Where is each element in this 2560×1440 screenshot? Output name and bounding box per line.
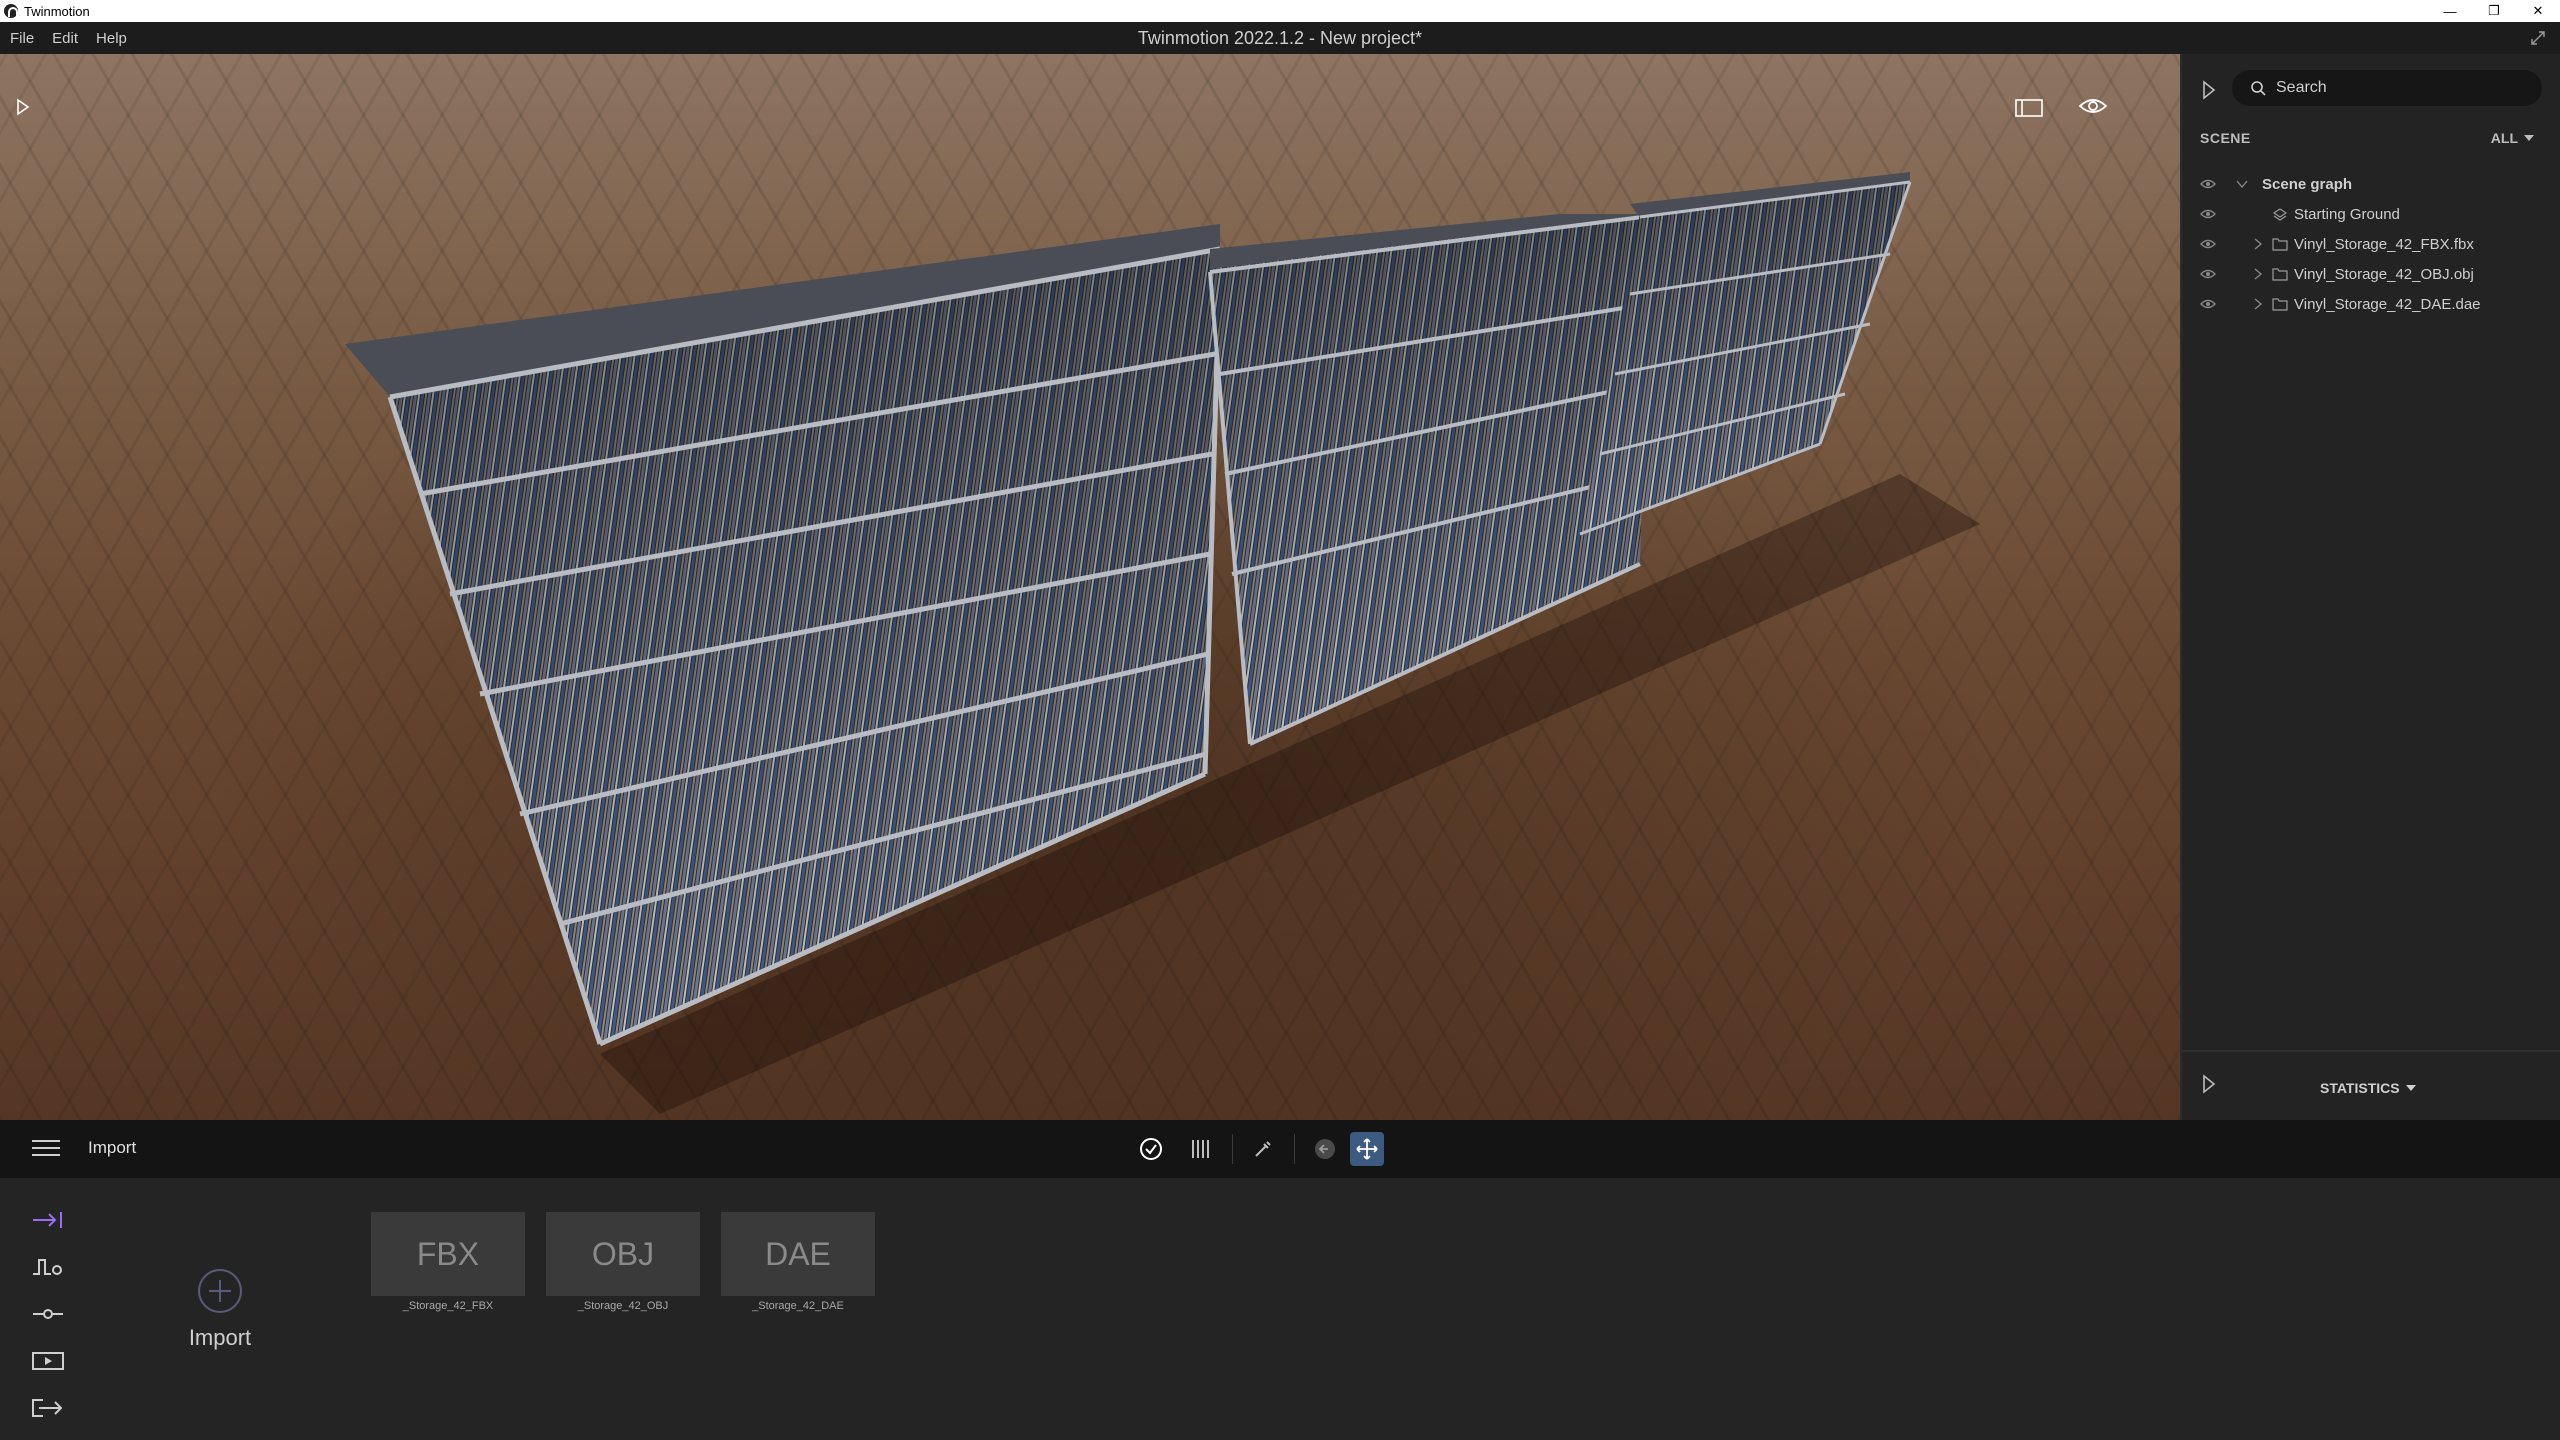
expand-left-panel-icon[interactable] bbox=[16, 98, 30, 116]
visibility-eye-icon[interactable] bbox=[2200, 268, 2216, 280]
menu-file[interactable]: File bbox=[10, 30, 34, 47]
eyedropper-button[interactable] bbox=[1246, 1132, 1280, 1166]
plus-circle-icon bbox=[198, 1269, 242, 1313]
arrow-left-circle-icon bbox=[1315, 1139, 1335, 1159]
nav-context[interactable] bbox=[28, 1243, 68, 1290]
import-panel: Import FBX _Storage_42_FBX OBJ _Storage_… bbox=[0, 1178, 2560, 1440]
export-arrow-icon bbox=[32, 1398, 63, 1417]
chevron-right-icon[interactable] bbox=[2252, 298, 2264, 310]
file-name: _Storage_42_DAE bbox=[752, 1300, 844, 1312]
menu-bar: File Edit Help Twinmotion 2022.1.2 - New… bbox=[0, 22, 2560, 54]
import-label: Import bbox=[188, 1325, 252, 1350]
grid-dots-icon bbox=[1192, 1140, 1209, 1158]
nav-configure[interactable] bbox=[28, 1290, 68, 1337]
close-button[interactable]: ✕ bbox=[2516, 0, 2560, 22]
statistics-label: STATISTICS bbox=[2320, 1080, 2400, 1096]
tree-item-label: Vinyl_Storage_42_DAE.dae bbox=[2294, 296, 2481, 313]
restore-button[interactable]: ❐ bbox=[2472, 0, 2516, 22]
visibility-eye-icon[interactable] bbox=[2200, 178, 2216, 190]
caret-down-icon bbox=[2524, 135, 2534, 141]
ground-icon bbox=[2272, 208, 2288, 221]
chevron-right-icon[interactable] bbox=[2252, 268, 2264, 280]
visibility-eye-icon[interactable] bbox=[2200, 208, 2216, 220]
section-title: Import bbox=[88, 1138, 137, 1157]
scene-section-label: SCENE bbox=[2200, 130, 2251, 146]
file-name: _Storage_42_OBJ bbox=[577, 1300, 669, 1312]
filter-label: ALL bbox=[2490, 130, 2518, 146]
file-name: _Storage_42_FBX bbox=[402, 1300, 494, 1312]
vinyl-shelves-render bbox=[345, 172, 1980, 1114]
back-button[interactable] bbox=[1308, 1132, 1342, 1166]
tree-item-label: Vinyl_Storage_42_OBJ.obj bbox=[2294, 266, 2474, 283]
nav-export[interactable] bbox=[28, 1384, 68, 1431]
folder-icon bbox=[2272, 298, 2288, 311]
slider-icon bbox=[33, 1308, 63, 1319]
chevron-down-icon[interactable] bbox=[2236, 178, 2248, 190]
tree-item-obj[interactable]: Vinyl_Storage_42_OBJ.obj bbox=[2182, 260, 2560, 290]
expand-statistics-icon[interactable] bbox=[2202, 1074, 2216, 1094]
imported-file-card[interactable]: DAE _Storage_42_DAE bbox=[721, 1212, 875, 1312]
visibility-eye-icon[interactable] bbox=[2200, 238, 2216, 250]
move-tool-button[interactable] bbox=[1350, 1132, 1384, 1166]
3d-viewport[interactable] bbox=[0, 54, 2180, 1120]
filter-dropdown[interactable]: ALL bbox=[2491, 130, 2534, 146]
window-title-bar: Twinmotion — ❐ ✕ bbox=[0, 0, 2560, 22]
file-thumbnail: FBX bbox=[371, 1212, 525, 1296]
menu-help[interactable]: Help bbox=[96, 30, 127, 47]
tree-item-label: Scene graph bbox=[2262, 176, 2353, 193]
panel-toggle-icon[interactable] bbox=[2015, 98, 2043, 118]
chevron-right-icon[interactable] bbox=[2252, 238, 2264, 250]
move-arrows-icon bbox=[1356, 1138, 1378, 1160]
eye-icon[interactable] bbox=[2078, 96, 2108, 116]
selection-tool-button[interactable] bbox=[1134, 1132, 1168, 1166]
tree-item-fbx[interactable]: Vinyl_Storage_42_FBX.fbx bbox=[2182, 230, 2560, 260]
statistics-bar: STATISTICS bbox=[2182, 1050, 2560, 1120]
nav-import[interactable] bbox=[28, 1196, 68, 1243]
search-icon bbox=[2251, 81, 2266, 96]
imported-file-card[interactable]: FBX _Storage_42_FBX bbox=[371, 1212, 525, 1312]
tree-item-dae[interactable]: Vinyl_Storage_42_DAE.dae bbox=[2182, 290, 2560, 320]
media-icon bbox=[32, 1351, 64, 1370]
search-field[interactable] bbox=[2232, 70, 2542, 106]
folder-icon bbox=[2272, 238, 2288, 251]
import-arrow-icon bbox=[33, 1211, 62, 1228]
file-thumbnail: DAE bbox=[721, 1212, 875, 1296]
folder-icon bbox=[2272, 268, 2288, 281]
import-add-button[interactable]: Import bbox=[160, 1268, 280, 1351]
minimize-button[interactable]: — bbox=[2428, 0, 2472, 22]
bottom-toolbar: Import bbox=[0, 1120, 2560, 1178]
tree-item-starting-ground[interactable]: Starting Ground bbox=[2182, 200, 2560, 230]
statistics-dropdown[interactable]: STATISTICS bbox=[2320, 1080, 2416, 1096]
side-nav bbox=[28, 1196, 68, 1431]
collapse-panel-icon[interactable] bbox=[2202, 80, 2216, 100]
caret-down-icon bbox=[2405, 1085, 2416, 1091]
menu-edit[interactable]: Edit bbox=[52, 30, 78, 47]
tree-item-scene-graph[interactable]: Scene graph bbox=[2182, 170, 2560, 200]
terrain-icon bbox=[33, 1258, 62, 1275]
scene-tree: Scene graph Starting Ground Vinyl_Storag… bbox=[2182, 170, 2560, 320]
grid-snap-button[interactable] bbox=[1184, 1132, 1218, 1166]
eyedropper-icon bbox=[1255, 1141, 1271, 1157]
window-app-name: Twinmotion bbox=[24, 3, 90, 19]
twinmotion-logo-icon bbox=[4, 4, 18, 18]
tree-item-label: Starting Ground bbox=[2294, 206, 2400, 223]
search-input[interactable] bbox=[2276, 79, 2516, 97]
file-thumbnail: OBJ bbox=[546, 1212, 700, 1296]
document-title: Twinmotion 2022.1.2 - New project* bbox=[1137, 27, 1423, 48]
check-circle-icon bbox=[1140, 1138, 1162, 1160]
tree-item-label: Vinyl_Storage_42_FBX.fbx bbox=[2294, 236, 2474, 253]
nav-media[interactable] bbox=[28, 1337, 68, 1384]
scene-panel: SCENE ALL Scene graph Starting Ground Vi… bbox=[2180, 54, 2560, 1120]
visibility-eye-icon[interactable] bbox=[2200, 298, 2216, 310]
hamburger-menu-icon[interactable] bbox=[32, 1138, 60, 1158]
imported-file-card[interactable]: OBJ _Storage_42_OBJ bbox=[546, 1212, 700, 1312]
fullscreen-icon[interactable] bbox=[2530, 30, 2546, 46]
